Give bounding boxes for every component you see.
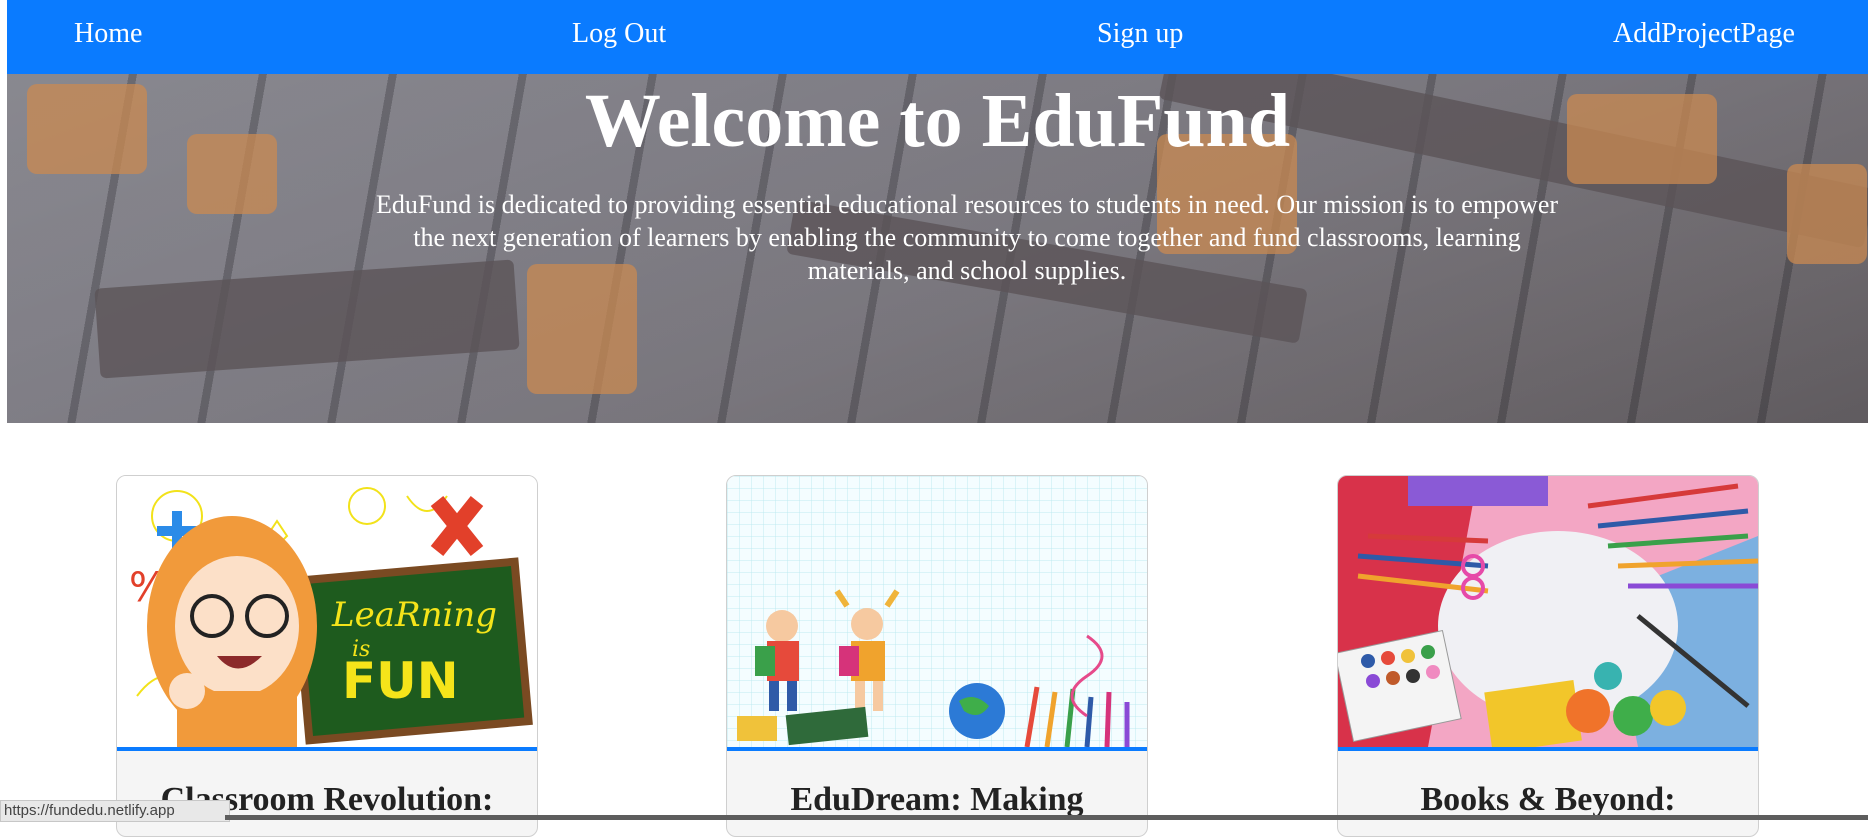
hero-banner: Welcome to EduFund EduFund is dedicated … xyxy=(7,74,1868,423)
card-accent-bar xyxy=(1338,747,1758,751)
nav-add-project-link[interactable]: AddProjectPage xyxy=(1613,18,1795,50)
nav-logout-link[interactable]: Log Out xyxy=(572,18,666,50)
nav-signup-link[interactable]: Sign up xyxy=(1097,18,1183,50)
hero-description: EduFund is dedicated to providing essent… xyxy=(375,190,1559,285)
card-title: EduDream: Making xyxy=(790,781,1084,818)
project-card[interactable]: % LeaRning is FUN Classroom Revolution: xyxy=(116,475,538,837)
svg-text:FUN: FUN xyxy=(342,652,459,710)
card-image-kids-school xyxy=(727,476,1147,747)
status-bar-url: https://fundedu.netlify.app xyxy=(0,800,230,822)
svg-text:LeaRning: LeaRning xyxy=(331,595,497,635)
card-accent-bar xyxy=(117,747,537,751)
card-accent-bar xyxy=(727,747,1147,751)
window-edge xyxy=(0,0,7,820)
card-image-learning-fun: % LeaRning is FUN xyxy=(117,476,537,747)
card-title: Books & Beyond: xyxy=(1420,781,1676,818)
project-card[interactable]: EduDream: Making xyxy=(726,475,1148,837)
project-card[interactable]: Books & Beyond: xyxy=(1337,475,1759,837)
card-image-art-supplies xyxy=(1338,476,1758,747)
nav-home-link[interactable]: Home xyxy=(74,18,142,50)
navbar: Home Log Out Sign up AddProjectPage xyxy=(7,0,1868,74)
hero-title: Welcome to EduFund xyxy=(584,79,1291,163)
horizontal-scrollbar[interactable] xyxy=(225,815,1868,820)
